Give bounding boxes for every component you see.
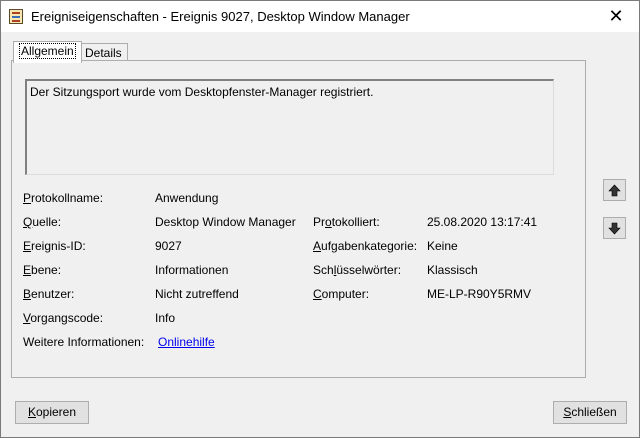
close-button[interactable]: Schließen	[553, 401, 627, 424]
label-benutzer: Benutzer:	[23, 287, 75, 301]
label-vorgangscode: Vorgangscode:	[23, 311, 104, 325]
value-benutzer: Nicht zutreffend	[155, 287, 239, 301]
value-ereignis-id: 9027	[155, 239, 182, 253]
tab-details-label: Details	[85, 46, 122, 60]
label-ereignis-id: Ereignis-ID:	[23, 239, 86, 253]
description-box[interactable]: Der Sitzungsport wurde vom Desktopfenste…	[25, 79, 554, 175]
label-schluesselwoerter: Schlüsselwörter:	[313, 263, 402, 277]
label-protokolliert: Protokolliert:	[313, 215, 380, 229]
label-quelle: Quelle:	[23, 215, 62, 229]
copy-button[interactable]: Kopieren	[15, 401, 89, 424]
event-properties-window: Ereigniseigenschaften - Ereignis 9027, D…	[0, 0, 640, 438]
tab-allgemein[interactable]: Allgemein	[13, 41, 82, 63]
arrow-up-icon	[608, 184, 621, 197]
close-window-button[interactable]: ✕	[593, 1, 639, 32]
value-vorgangscode: Info	[155, 311, 176, 325]
value-aufgabenkategorie: Keine	[427, 239, 458, 253]
title-bar[interactable]: Ereigniseigenschaften - Ereignis 9027, D…	[1, 1, 639, 32]
tab-allgemein-label: Allgemein	[19, 43, 76, 59]
value-ebene: Informationen	[155, 263, 229, 277]
value-computer: ME-LP-R90Y5RMV	[427, 287, 532, 301]
arrow-down-icon	[608, 222, 621, 235]
value-protokolliert: 25.08.2020 13:17:41	[427, 215, 538, 229]
event-viewer-icon	[9, 9, 23, 24]
label-weitere-informationen: Weitere Informationen:	[23, 335, 145, 349]
description-text: Der Sitzungsport wurde vom Desktopfenste…	[30, 85, 374, 99]
next-event-button[interactable]	[603, 217, 626, 239]
value-protokollname: Anwendung	[155, 191, 219, 205]
previous-event-button[interactable]	[603, 179, 626, 201]
label-computer: Computer:	[313, 287, 370, 301]
window-title: Ereigniseigenschaften - Ereignis 9027, D…	[31, 9, 410, 24]
label-aufgabenkategorie: Aufgabenkategorie:	[313, 239, 418, 253]
value-quelle: Desktop Window Manager	[155, 215, 296, 229]
label-protokollname: Protokollname:	[23, 191, 104, 205]
label-ebene: Ebene:	[23, 263, 62, 277]
onlinehilfe-link[interactable]: Onlinehilfe	[158, 335, 215, 349]
value-schluesselwoerter: Klassisch	[427, 263, 478, 277]
